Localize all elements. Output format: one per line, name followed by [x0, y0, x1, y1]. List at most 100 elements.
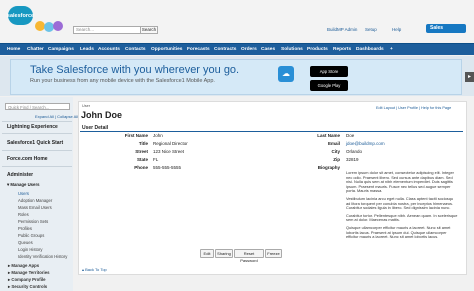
app-switcher-label: Sales — [430, 25, 444, 31]
security-controls-label: Security Controls — [11, 284, 48, 289]
reset-password-button[interactable]: Reset Password — [234, 249, 264, 263]
sidebar-item-mass-email-users[interactable]: Mass Email Users — [18, 205, 52, 210]
collapse-all-link[interactable]: Collapse All — [57, 114, 78, 119]
field-value-biography: Lorem ipsum dolor sit amet, consectetur … — [346, 170, 458, 243]
field-label-first-name: First Name — [124, 133, 148, 138]
tab-cases[interactable]: Cases — [261, 44, 275, 55]
company-profile-label: Company Profile — [11, 277, 46, 282]
tab-bar: Home Chatter Campaigns Leads Accounts Co… — [0, 43, 474, 55]
tab-contracts[interactable]: Contracts — [214, 44, 236, 55]
divider — [2, 166, 72, 167]
tab-reports[interactable]: Reports — [333, 44, 351, 55]
field-value-last-name: Doe — [346, 133, 355, 138]
tab-orders[interactable]: Orders — [241, 44, 257, 55]
tab-chatter[interactable]: Chatter — [27, 44, 44, 55]
sidebar-item-manage-users[interactable]: ▾ Manage Users — [7, 182, 40, 188]
banner-collapse-icon[interactable]: ▸ — [465, 72, 474, 82]
field-label-state: State — [136, 157, 148, 162]
sharing-button[interactable]: Sharing — [215, 249, 233, 258]
app-switcher[interactable]: Sales — [426, 24, 466, 33]
field-label-last-name: Last Name — [317, 133, 340, 138]
tab-products[interactable]: Products — [307, 44, 328, 55]
sidebar-item-salesforce1-quick-start[interactable]: Salesforce1 Quick Start — [7, 140, 63, 146]
sidebar-heading-administer: Administer — [7, 172, 34, 178]
salesforce-logo[interactable]: salesforce — [7, 6, 34, 25]
tab-campaigns[interactable]: Campaigns — [48, 44, 74, 55]
sidebar-item-queues[interactable]: Queues — [18, 240, 33, 245]
quick-find-input[interactable]: Quick Find / Search... — [5, 103, 70, 110]
tab-leads[interactable]: Leads — [80, 44, 94, 55]
mascot-illustration — [35, 21, 63, 32]
sidebar-item-adoption-manager[interactable]: Adoption Manager — [18, 198, 52, 203]
expand-icon: ▸ — [8, 270, 11, 275]
bio-paragraph: Vestibulum lacinia arcu eget nulla. Clas… — [346, 195, 454, 211]
object-type-label: User — [82, 104, 91, 108]
field-label-street: Street — [135, 149, 148, 154]
freeze-button[interactable]: Freeze — [265, 249, 282, 258]
sidebar-item-users[interactable]: Users — [18, 191, 29, 196]
tab-home[interactable]: Home — [7, 44, 20, 55]
expand-all-link[interactable]: Expand All — [35, 114, 54, 119]
bio-paragraph: Quisque ullamcorper efficitur mauris a l… — [346, 224, 451, 240]
field-label-title: Title — [138, 141, 148, 146]
tab-add[interactable]: + — [390, 44, 393, 55]
tab-dashboards[interactable]: Dashboards — [356, 44, 384, 55]
sidebar-item-profiles[interactable]: Profiles — [18, 226, 32, 231]
user-menu[interactable]: BuildMP Admin — [327, 27, 357, 32]
divider — [2, 133, 72, 134]
sidebar-item-login-history[interactable]: Login History — [18, 247, 42, 252]
bio-paragraph: Curabitur tortor. Pellentesque nibh. Aen… — [346, 212, 458, 223]
help-link[interactable]: Help — [392, 27, 401, 32]
sidebar-item-permission-sets[interactable]: Permission Sets — [18, 219, 48, 224]
manage-territories-label: Manage Territories — [11, 270, 50, 275]
sidebar-item-identity-verification-history[interactable]: Identity Verification History — [18, 254, 67, 259]
tab-forecasts[interactable]: Forecasts — [187, 44, 210, 55]
field-value-title: Regional Director — [153, 141, 188, 146]
manage-apps-label: Manage Apps — [11, 263, 40, 268]
field-value-city: Orlando — [346, 149, 363, 154]
banner-title: Take Salesforce with you wherever you go… — [30, 64, 240, 76]
tab-contacts[interactable]: Contacts — [125, 44, 146, 55]
expand-icon: ▸ — [8, 284, 11, 289]
edit-button[interactable]: Edit — [200, 249, 214, 258]
page-title: John Doe — [81, 110, 123, 120]
app-store-label: App Store — [319, 69, 339, 74]
divider — [2, 150, 72, 151]
field-value-street: 123 Nice Street — [153, 149, 185, 154]
banner-subtitle: Run your business from any mobile device… — [30, 78, 215, 84]
sidebar-item-forcecom-home[interactable]: Force.com Home — [7, 156, 48, 162]
field-value-state: FL — [153, 157, 159, 162]
sidebar-item-roles[interactable]: Roles — [18, 212, 29, 217]
google-play-button[interactable]: Google Play — [310, 80, 348, 91]
sidebar-item-public-groups[interactable]: Public Groups — [18, 233, 44, 238]
field-label-email: Email — [327, 141, 340, 146]
header — [0, 0, 474, 42]
field-label-phone: Phone — [134, 165, 148, 170]
divider — [2, 121, 72, 122]
tab-accounts[interactable]: Accounts — [98, 44, 120, 55]
field-value-phone: 555-555-5555 — [153, 165, 182, 170]
field-label-biography: Biography — [317, 165, 340, 170]
sidebar-item-company-profile[interactable]: ▸ Company Profile — [8, 277, 46, 283]
search-input[interactable]: Search... — [73, 26, 143, 34]
sidebar-item-manage-apps[interactable]: ▸ Manage Apps — [8, 263, 39, 269]
sidebar-item-manage-territories[interactable]: ▸ Manage Territories — [8, 270, 50, 276]
setup-link[interactable]: Setup — [365, 27, 377, 32]
sidebar-item-lightning-experience[interactable]: Lightning Experience — [7, 124, 58, 130]
field-label-zip: Zip — [333, 157, 340, 162]
expand-icon: ▸ — [8, 263, 11, 268]
expand-collapse-links: Expand All | Collapse All — [35, 114, 79, 119]
tab-opportunities[interactable]: Opportunities — [151, 44, 182, 55]
back-to-top-link[interactable]: ▴ Back To Top — [82, 267, 107, 272]
tab-solutions[interactable]: Solutions — [281, 44, 303, 55]
field-value-first-name: John — [153, 133, 163, 138]
field-label-city: City — [331, 149, 340, 154]
sidebar-item-security-controls[interactable]: ▸ Security Controls — [8, 284, 47, 290]
app-store-button[interactable]: App Store — [310, 66, 348, 77]
field-value-email[interactable]: jdoe@buildmp.com — [346, 141, 385, 146]
collapse-icon: ▾ — [7, 182, 10, 187]
help-links[interactable]: Edit Layout | User Profile | Help for th… — [376, 106, 451, 110]
section-divider — [80, 131, 463, 132]
salesforce1-app-icon: ☁ — [278, 66, 294, 82]
search-button[interactable]: Search — [140, 26, 158, 34]
